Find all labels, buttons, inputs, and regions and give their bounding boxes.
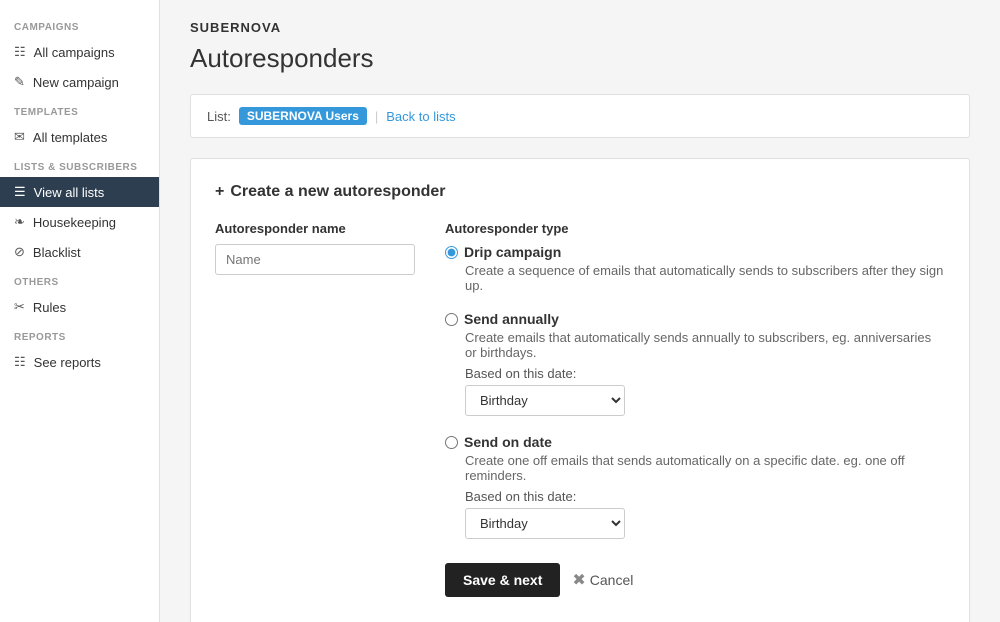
new-campaign-icon: ✎ (14, 74, 25, 90)
sidebar-item-label: See reports (34, 355, 101, 370)
sidebar-item-housekeeping[interactable]: ❧ Housekeeping (0, 207, 159, 237)
form-title-text: Create a new autoresponder (230, 183, 445, 201)
sidebar-item-label: View all lists (34, 185, 105, 200)
lists-icon: ☰ (14, 184, 26, 200)
list-bar: List: SUBERNOVA Users | Back to lists (190, 94, 970, 138)
drip-label[interactable]: Drip campaign (464, 244, 561, 260)
on-date-select[interactable]: Birthday Anniversary Sign-up date (465, 508, 625, 539)
save-next-button[interactable]: Save & next (445, 563, 560, 597)
annually-date-label: Based on this date: (465, 366, 945, 381)
annually-radio[interactable] (445, 313, 458, 326)
sidebar-item-all-templates[interactable]: ✉ All templates (0, 122, 159, 152)
on-date-desc: Create one off emails that sends automat… (465, 453, 945, 483)
sidebar-item-see-reports[interactable]: ☷ See reports (0, 347, 159, 377)
sidebar-item-all-campaigns[interactable]: ☷ All campaigns (0, 37, 159, 67)
housekeeping-icon: ❧ (14, 214, 25, 230)
cancel-label: Cancel (590, 572, 634, 588)
form-panel-title: + Create a new autoresponder (215, 183, 945, 201)
campaigns-icon: ☷ (14, 44, 26, 60)
form-col-name: Autoresponder name (215, 221, 415, 597)
type-label: Autoresponder type (445, 221, 945, 236)
annually-desc: Create emails that automatically sends a… (465, 330, 945, 360)
cancel-icon: ✖ (572, 570, 585, 590)
name-label: Autoresponder name (215, 221, 415, 236)
sidebar-item-label: Housekeeping (33, 215, 116, 230)
sidebar: CAMPAIGNS ☷ All campaigns ✎ New campaign… (0, 0, 160, 622)
drip-desc: Create a sequence of emails that automat… (465, 263, 945, 293)
rules-icon: ✂ (14, 299, 25, 315)
others-section-label: OTHERS (0, 267, 159, 292)
drip-campaign-option: Drip campaign Create a sequence of email… (445, 244, 945, 293)
sidebar-item-new-campaign[interactable]: ✎ New campaign (0, 67, 159, 97)
list-badge[interactable]: SUBERNOVA Users (239, 107, 367, 125)
annually-label[interactable]: Send annually (464, 311, 559, 327)
form-row: Autoresponder name Autoresponder type Dr… (215, 221, 945, 597)
blacklist-icon: ⊘ (14, 244, 25, 260)
main-content: SUBERNOVA Autoresponders List: SUBERNOVA… (160, 0, 1000, 622)
sidebar-item-label: Blacklist (33, 245, 81, 260)
drip-radio-row: Drip campaign (445, 244, 945, 260)
send-annually-option: Send annually Create emails that automat… (445, 311, 945, 416)
sidebar-item-label: All templates (33, 130, 107, 145)
templates-icon: ✉ (14, 129, 25, 145)
form-col-type: Autoresponder type Drip campaign Create … (445, 221, 945, 597)
autoresponder-name-input[interactable] (215, 244, 415, 275)
sidebar-item-blacklist[interactable]: ⊘ Blacklist (0, 237, 159, 267)
sidebar-item-label: Rules (33, 300, 66, 315)
back-to-lists-link[interactable]: Back to lists (386, 109, 455, 124)
sidebar-item-label: All campaigns (34, 45, 115, 60)
on-date-radio[interactable] (445, 436, 458, 449)
form-panel: + Create a new autoresponder Autorespond… (190, 158, 970, 622)
on-date-date-label: Based on this date: (465, 489, 945, 504)
list-label: List: (207, 109, 231, 124)
plus-icon: + (215, 183, 224, 201)
reports-icon: ☷ (14, 354, 26, 370)
send-on-date-option: Send on date Create one off emails that … (445, 434, 945, 539)
reports-section-label: REPORTS (0, 322, 159, 347)
sidebar-item-view-all-lists[interactable]: ☰ View all lists (0, 177, 159, 207)
annually-radio-row: Send annually (445, 311, 945, 327)
annually-date-select[interactable]: Birthday Anniversary Sign-up date (465, 385, 625, 416)
drip-radio[interactable] (445, 246, 458, 259)
on-date-radio-row: Send on date (445, 434, 945, 450)
button-row: Save & next ✖ Cancel (445, 563, 945, 597)
on-date-label[interactable]: Send on date (464, 434, 552, 450)
campaigns-section-label: CAMPAIGNS (0, 12, 159, 37)
cancel-button[interactable]: ✖ Cancel (572, 570, 633, 590)
templates-section-label: TEMPLATES (0, 97, 159, 122)
app-title: SUBERNOVA (190, 20, 970, 35)
lists-section-label: LISTS & SUBSCRIBERS (0, 152, 159, 177)
sidebar-item-label: New campaign (33, 75, 119, 90)
list-separator: | (375, 109, 378, 124)
sidebar-item-rules[interactable]: ✂ Rules (0, 292, 159, 322)
page-title: Autoresponders (190, 43, 970, 74)
